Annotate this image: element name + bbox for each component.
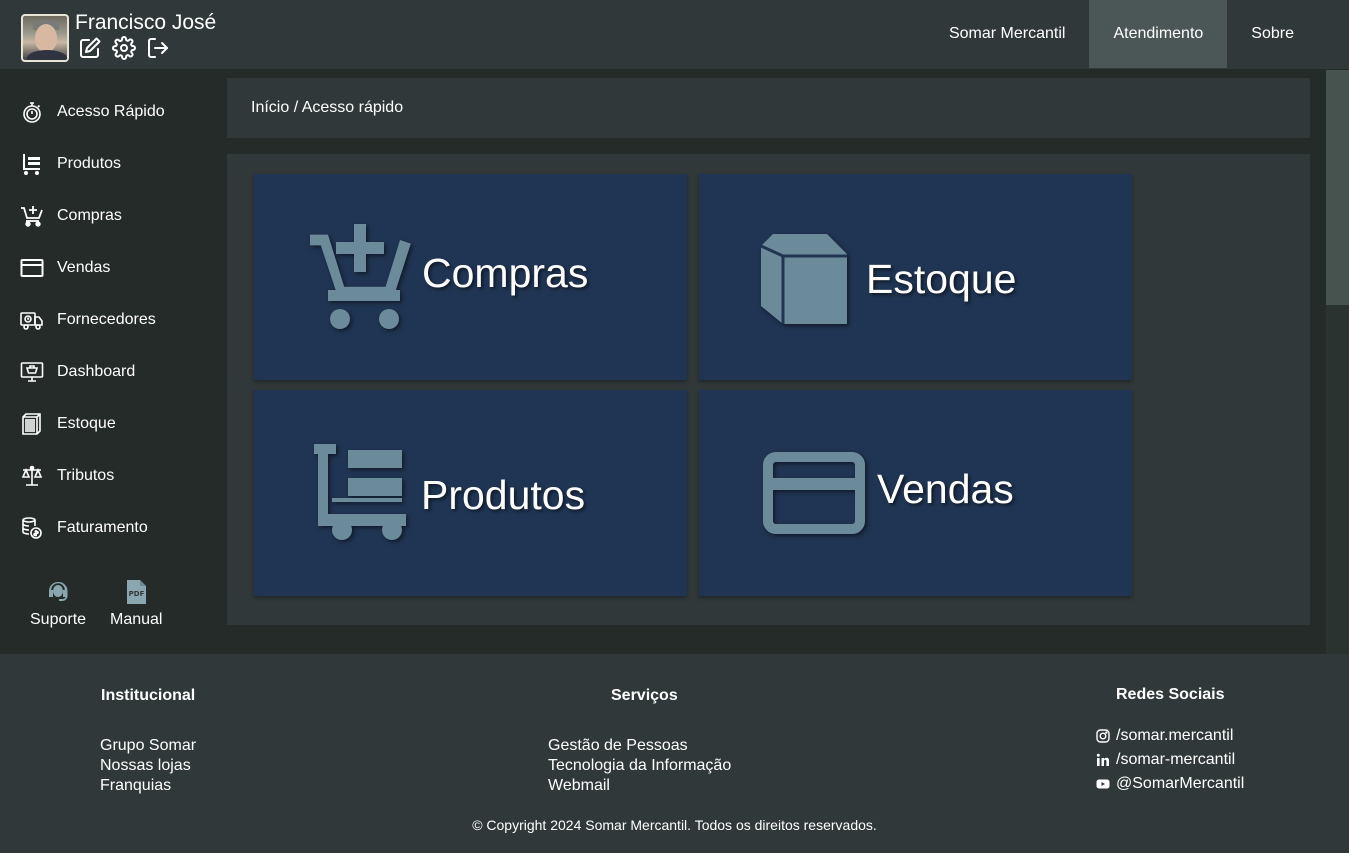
box-icon xyxy=(761,234,847,324)
cart-list-icon xyxy=(314,444,406,540)
user-actions xyxy=(78,36,170,60)
sidebar-item-compras[interactable]: Compras xyxy=(19,201,122,231)
credit-card-icon xyxy=(763,452,865,534)
sidebar-item-label: Fornecedores xyxy=(57,311,156,328)
nav-somar-mercantil[interactable]: Somar Mercantil xyxy=(925,0,1089,68)
coins-icon xyxy=(19,515,45,541)
sidebar-item-faturamento[interactable]: Faturamento xyxy=(19,513,148,543)
cart-list-icon xyxy=(19,151,45,177)
youtube-icon xyxy=(1096,777,1110,791)
headset-icon xyxy=(45,579,71,605)
footer-link-gestao-pessoas[interactable]: Gestão de Pessoas xyxy=(548,737,688,755)
sidebar-bottom-label: Manual xyxy=(110,611,163,628)
logout-icon[interactable] xyxy=(146,36,170,60)
footer-redes-title: Redes Sociais xyxy=(1116,686,1225,703)
sidebar-item-produtos[interactable]: Produtos xyxy=(19,149,121,179)
footer-link-franquias[interactable]: Franquias xyxy=(100,777,171,795)
nav-sobre[interactable]: Sobre xyxy=(1227,0,1318,68)
user-name: Francisco José xyxy=(75,11,217,34)
stopwatch-icon xyxy=(19,99,45,125)
tile-produtos[interactable]: Produtos xyxy=(254,390,687,596)
linkedin-icon xyxy=(1096,753,1110,767)
avatar[interactable] xyxy=(21,14,69,62)
monitor-icon xyxy=(19,359,45,385)
footer-link-grupo-somar[interactable]: Grupo Somar xyxy=(100,737,196,755)
social-youtube[interactable]: @SomarMercantil xyxy=(1096,775,1244,793)
truck-icon xyxy=(19,307,45,333)
tile-compras[interactable]: Compras xyxy=(254,174,687,380)
tile-label: Compras xyxy=(422,250,589,296)
pdf-icon: PDF xyxy=(123,579,149,605)
sidebar-item-fornecedores[interactable]: Fornecedores xyxy=(19,305,156,335)
sidebar-item-label: Tributos xyxy=(57,467,115,484)
sidebar-item-label: Estoque xyxy=(57,415,116,432)
social-instagram[interactable]: /somar.mercantil xyxy=(1096,727,1233,745)
credit-card-icon xyxy=(19,255,45,281)
sidebar-item-estoque[interactable]: Estoque xyxy=(19,409,116,439)
cart-plus-icon xyxy=(310,224,411,329)
sidebar-item-tributos[interactable]: Tributos xyxy=(19,461,114,491)
footer-link-ti[interactable]: Tecnologia da Informação xyxy=(548,757,731,775)
nav-atendimento[interactable]: Atendimento xyxy=(1089,0,1228,68)
footer-institucional-title: Institucional xyxy=(101,687,196,704)
tile-label: Vendas xyxy=(877,466,1014,512)
top-header: Francisco José Somar Mercantil Atendimen… xyxy=(0,0,1349,69)
sidebar-item-acesso-rapido[interactable]: Acesso Rápido xyxy=(19,97,165,127)
scale-icon xyxy=(19,463,45,489)
sidebar-item-label: Compras xyxy=(57,207,122,224)
tile-estoque[interactable]: Estoque xyxy=(699,174,1132,380)
tile-label: Produtos xyxy=(421,472,586,518)
top-nav: Somar Mercantil Atendimento Sobre xyxy=(925,0,1318,68)
sidebar-item-dashboard[interactable]: Dashboard xyxy=(19,357,135,387)
social-linkedin[interactable]: /somar-mercantil xyxy=(1096,751,1235,769)
instagram-icon xyxy=(1096,729,1110,743)
social-label: @SomarMercantil xyxy=(1116,775,1245,792)
edit-icon[interactable] xyxy=(78,36,102,60)
sidebar-item-label: Vendas xyxy=(57,259,111,276)
box-icon xyxy=(19,411,45,437)
social-label: /somar.mercantil xyxy=(1116,727,1234,744)
sidebar-item-label: Acesso Rápido xyxy=(57,103,165,120)
sidebar-item-label: Produtos xyxy=(57,155,122,172)
footer-link-nossas-lojas[interactable]: Nossas lojas xyxy=(100,757,191,775)
sidebar-item-vendas[interactable]: Vendas xyxy=(19,253,110,283)
scrollbar-thumb[interactable] xyxy=(1326,70,1349,305)
sidebar-bottom-label: Suporte xyxy=(30,611,87,628)
sidebar-item-label: Dashboard xyxy=(57,363,136,380)
gear-icon[interactable] xyxy=(112,36,136,60)
breadcrumb: Início / Acesso rápido xyxy=(227,78,1310,138)
quick-access-panel: Compras Estoque Produtos Vendas xyxy=(227,154,1310,625)
sidebar-item-label: Faturamento xyxy=(57,519,148,536)
tile-label: Estoque xyxy=(866,256,1017,302)
footer-servicos-title: Serviços xyxy=(611,687,678,704)
tile-vendas[interactable]: Vendas xyxy=(699,390,1132,596)
sidebar-manual[interactable]: PDF Manual xyxy=(110,579,162,629)
sidebar: Acesso Rápido Produtos Compras Vendas Fo… xyxy=(0,70,227,654)
copyright: © Copyright 2024 Somar Mercantil. Todos … xyxy=(472,817,877,833)
social-label: /somar-mercantil xyxy=(1116,751,1236,768)
cart-plus-icon xyxy=(19,203,45,229)
footer-link-webmail[interactable]: Webmail xyxy=(548,777,610,795)
sidebar-suporte[interactable]: Suporte xyxy=(30,579,86,629)
svg-text:PDF: PDF xyxy=(129,590,145,598)
